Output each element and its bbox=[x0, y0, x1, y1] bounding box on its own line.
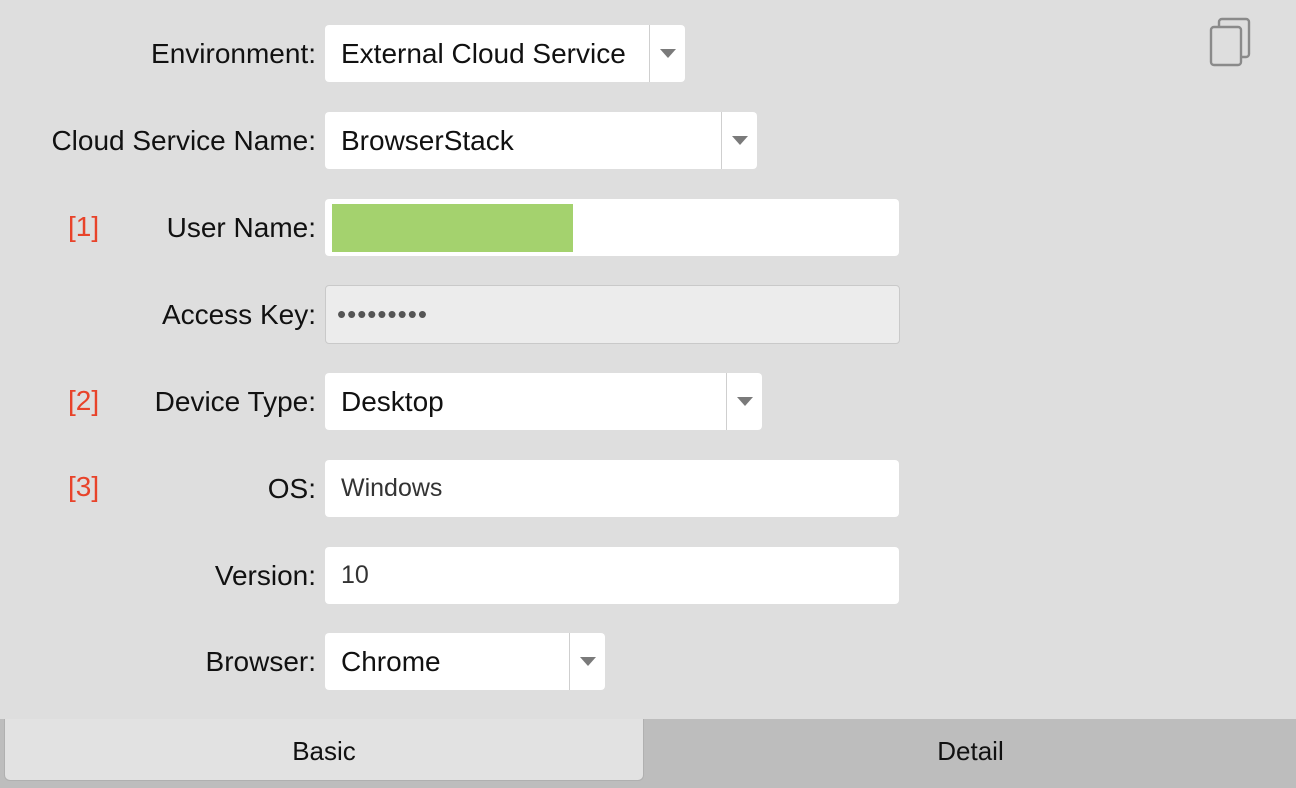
device-type-value: Desktop bbox=[341, 386, 444, 417]
version-input[interactable]: 10 bbox=[325, 547, 899, 604]
os-value: Windows bbox=[341, 474, 443, 502]
chevron-down-icon bbox=[732, 136, 748, 145]
access-key-label: Access Key: bbox=[161, 299, 316, 330]
device-type-divider bbox=[726, 373, 727, 430]
tab-detail[interactable]: Detail bbox=[645, 719, 1296, 781]
browser-select[interactable]: Chrome bbox=[325, 633, 605, 690]
cloud-service-name-label: Cloud Service Name: bbox=[51, 125, 316, 156]
version-label: Version: bbox=[214, 560, 316, 591]
chevron-down-icon bbox=[737, 397, 753, 406]
os-label: OS: bbox=[267, 473, 316, 504]
copy-button[interactable] bbox=[1208, 16, 1254, 68]
device-type-label: Device Type: bbox=[154, 386, 316, 417]
browser-divider bbox=[569, 633, 570, 690]
cloud-service-name-select[interactable]: BrowserStack bbox=[325, 112, 757, 169]
marker-2: [2] bbox=[68, 385, 100, 416]
marker-3: [3] bbox=[68, 471, 100, 502]
cloud-service-name-divider bbox=[721, 112, 722, 169]
chevron-down-icon bbox=[580, 657, 596, 666]
environment-select[interactable]: External Cloud Service bbox=[325, 25, 685, 82]
redaction-block bbox=[332, 204, 573, 252]
user-name-label: User Name: bbox=[166, 212, 316, 243]
chevron-down-icon bbox=[660, 49, 676, 58]
browser-value: Chrome bbox=[341, 646, 441, 677]
browser-label: Browser: bbox=[205, 646, 316, 677]
access-key-value: ••••••••• bbox=[337, 299, 428, 329]
device-type-select[interactable]: Desktop bbox=[325, 373, 762, 430]
version-value: 10 bbox=[341, 561, 369, 589]
tab-basic[interactable]: Basic bbox=[4, 719, 644, 781]
user-name-input[interactable] bbox=[325, 199, 899, 256]
cloud-service-name-value: BrowserStack bbox=[341, 125, 514, 156]
marker-1: [1] bbox=[68, 211, 100, 242]
environment-divider bbox=[649, 25, 650, 82]
os-input[interactable]: Windows bbox=[325, 460, 899, 517]
environment-value: External Cloud Service bbox=[341, 38, 626, 69]
environment-label: Environment: bbox=[151, 38, 316, 69]
access-key-input[interactable]: ••••••••• bbox=[325, 285, 900, 344]
copy-icon bbox=[1209, 17, 1251, 67]
